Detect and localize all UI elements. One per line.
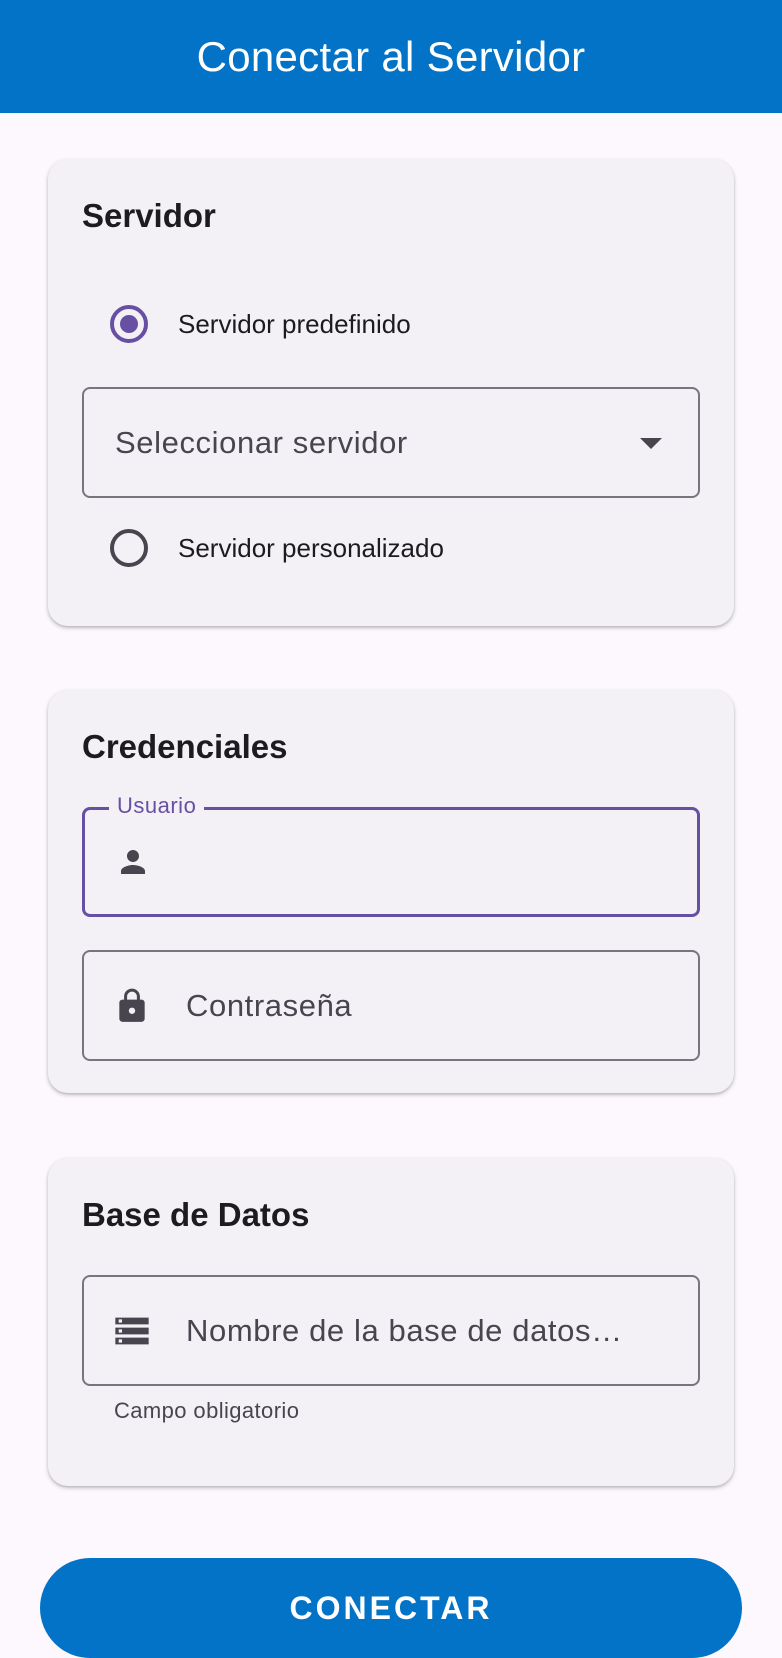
database-helper-text: Campo obligatorio: [114, 1398, 300, 1423]
arrow-drop-down-icon[interactable]: [640, 437, 662, 449]
app-bar: Conectar al Servidor: [0, 0, 782, 113]
radio-unchecked-icon[interactable]: [110, 529, 148, 567]
person-icon: [113, 842, 153, 882]
connect-button[interactable]: CONECTAR: [40, 1558, 742, 1658]
radio-predefined-server[interactable]: Servidor predefinido: [110, 302, 411, 346]
radio-checked-icon[interactable]: [110, 305, 148, 343]
server-select[interactable]: Seleccionar servidor: [82, 387, 700, 498]
server-card: Servidor Servidor predefinido Selecciona…: [48, 159, 734, 626]
storage-icon: [112, 1311, 152, 1351]
lock-icon: [112, 986, 152, 1026]
credentials-card-title: Credenciales: [82, 728, 288, 765]
radio-predefined-label: Servidor predefinido: [178, 308, 411, 339]
database-name-placeholder: Nombre de la base de datos…: [186, 1312, 623, 1348]
database-card-title: Base de Datos: [82, 1196, 310, 1233]
credentials-card: Credenciales Usuario Contraseña: [48, 690, 734, 1093]
password-placeholder: Contraseña: [186, 987, 353, 1023]
connect-button-label: CONECTAR: [289, 1590, 493, 1626]
database-name-field[interactable]: Nombre de la base de datos…: [82, 1275, 700, 1386]
username-label: Usuario: [109, 793, 205, 819]
page-title: Conectar al Servidor: [196, 32, 586, 80]
password-field[interactable]: Contraseña: [82, 950, 700, 1061]
server-card-title: Servidor: [82, 197, 216, 234]
database-card: Base de Datos Nombre de la base de datos…: [48, 1158, 734, 1486]
username-field[interactable]: Usuario: [82, 793, 700, 917]
server-select-placeholder: Seleccionar servidor: [115, 424, 408, 460]
radio-custom-label: Servidor personalizado: [178, 532, 444, 563]
radio-custom-server[interactable]: Servidor personalizado: [110, 526, 444, 570]
